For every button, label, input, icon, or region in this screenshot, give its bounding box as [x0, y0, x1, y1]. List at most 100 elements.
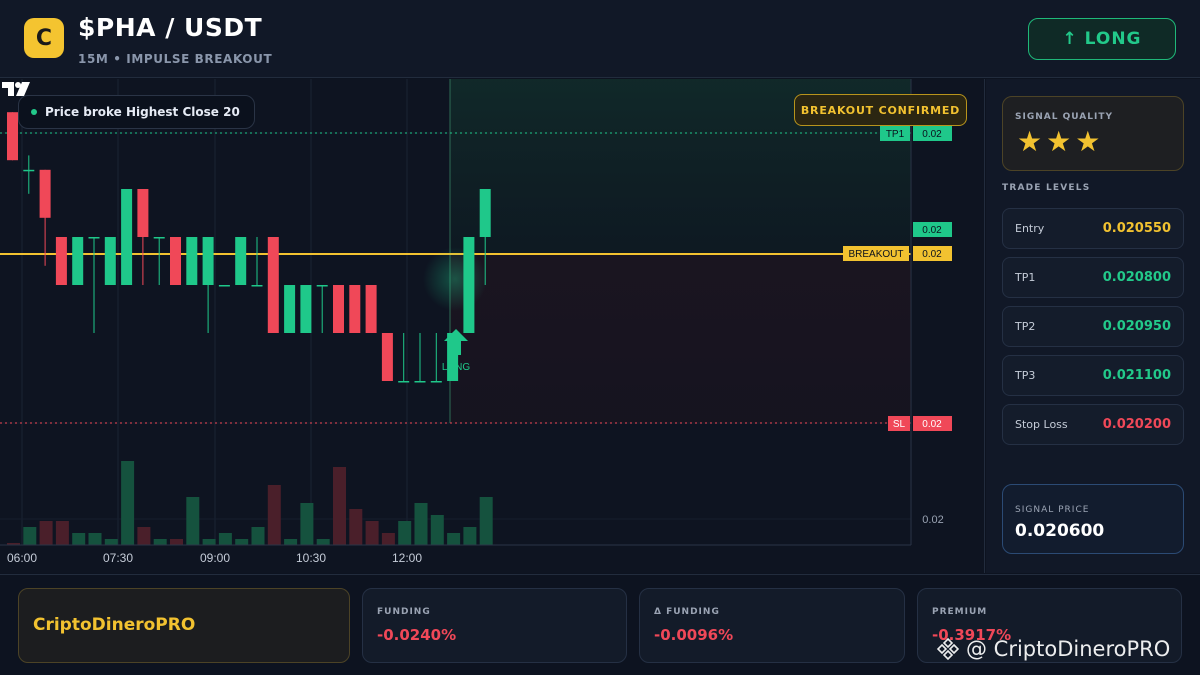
- volume-bar: [55, 521, 69, 545]
- candle[interactable]: [104, 237, 116, 285]
- candle-body: [170, 237, 181, 285]
- candle[interactable]: [7, 112, 18, 161]
- candle[interactable]: [398, 333, 410, 383]
- candle-body: [316, 285, 328, 287]
- sl-tag: SL: [893, 419, 906, 430]
- candle[interactable]: [88, 237, 100, 333]
- candle[interactable]: [186, 237, 198, 285]
- candle[interactable]: [365, 285, 377, 333]
- volume-bar: [300, 503, 314, 545]
- level-tp3[interactable]: TP3 0.021100: [1002, 355, 1184, 396]
- volume-bar: [398, 521, 412, 545]
- candle[interactable]: [202, 237, 214, 333]
- volume-bar: [251, 527, 265, 545]
- candle[interactable]: [121, 189, 133, 285]
- brand-name: CriptoDineroPRO: [33, 615, 196, 635]
- volume-bar: [23, 527, 37, 545]
- volume-bar: [349, 509, 363, 545]
- candle-body: [365, 285, 377, 333]
- volume-bar: [430, 515, 444, 545]
- volume-bar: [316, 539, 330, 545]
- candle[interactable]: [349, 285, 361, 333]
- volume-bar: [463, 527, 477, 545]
- candle[interactable]: [463, 237, 475, 333]
- candle-body: [267, 237, 279, 333]
- level-label: TP2: [1015, 320, 1036, 333]
- tp1-price: 0.02: [922, 129, 942, 140]
- chart-area[interactable]: LONG TP1 0.02 0.02 BREAKOUT 0.02 SL 0.02…: [0, 79, 985, 573]
- candle[interactable]: [300, 285, 312, 333]
- header: C $PHA / USDT 15M • IMPULSE BREAKOUT ↑ L…: [0, 0, 1200, 78]
- candle-body: [381, 333, 393, 381]
- candle[interactable]: [284, 285, 296, 333]
- candle[interactable]: [137, 189, 149, 285]
- signal-price-label: SIGNAL PRICE: [1015, 505, 1090, 515]
- candle[interactable]: [72, 237, 84, 285]
- last-price: 0.02: [922, 225, 942, 236]
- stat-value: -0.0096%: [654, 626, 734, 644]
- candle[interactable]: [430, 333, 442, 383]
- watermark-text: @ CriptoDineroPRO: [966, 637, 1171, 661]
- candle[interactable]: [23, 155, 35, 194]
- candle[interactable]: [218, 285, 230, 287]
- long-signal-button[interactable]: ↑ LONG: [1028, 18, 1176, 60]
- long-marker-label: LONG: [442, 362, 471, 373]
- volume-bar: [479, 497, 493, 545]
- candle[interactable]: [39, 169, 51, 266]
- stat-label: PREMIUM: [932, 607, 988, 617]
- funding-card: FUNDING -0.0240%: [362, 588, 627, 663]
- candle-body: [349, 285, 361, 333]
- delta-funding-card: Δ FUNDING -0.0096%: [639, 588, 905, 663]
- volume-bar: [121, 461, 135, 545]
- brand-card[interactable]: CriptoDineroPRO: [18, 588, 350, 663]
- volume-bar: [202, 539, 216, 545]
- volume-axis-label: 0.02: [922, 514, 943, 526]
- breakout-confirmed-badge: BREAKOUT CONFIRMED: [794, 94, 967, 126]
- candlestick-chart[interactable]: LONG TP1 0.02 0.02 BREAKOUT 0.02 SL 0.02…: [0, 79, 985, 573]
- candle-body: [430, 381, 442, 383]
- candle[interactable]: [414, 333, 426, 383]
- level-stop-loss[interactable]: Stop Loss 0.020200: [1002, 404, 1184, 445]
- binance-logo-icon: [936, 637, 960, 661]
- candle-body: [153, 237, 165, 239]
- sl-price: 0.02: [922, 419, 942, 430]
- candle[interactable]: [267, 237, 279, 333]
- tp1-tag: TP1: [886, 129, 905, 140]
- level-tp1[interactable]: TP1 0.020800: [1002, 257, 1184, 298]
- candle[interactable]: [251, 237, 263, 287]
- level-label: Entry: [1015, 222, 1045, 235]
- candle-body: [218, 285, 230, 287]
- time-tick-label: 09:00: [200, 551, 230, 565]
- breakout-info-text: Price broke Highest Close 20: [45, 105, 240, 119]
- candle[interactable]: [333, 285, 344, 333]
- level-tp2[interactable]: TP2 0.020950: [1002, 306, 1184, 347]
- candle[interactable]: [381, 333, 393, 381]
- volume-bar: [218, 533, 232, 545]
- stat-value: -0.0240%: [377, 626, 457, 644]
- candle-body: [235, 237, 247, 285]
- level-value: 0.020550: [1102, 221, 1171, 236]
- volume-bar: [170, 539, 183, 545]
- candle-body: [121, 189, 133, 285]
- tradingview-logo-icon: [2, 82, 30, 96]
- candle[interactable]: [55, 237, 67, 285]
- candle[interactable]: [316, 285, 328, 333]
- level-value: 0.020800: [1102, 270, 1171, 285]
- stop-loss-zone: [450, 254, 911, 423]
- level-entry[interactable]: Entry 0.020550: [1002, 208, 1184, 249]
- candle-body: [479, 189, 491, 237]
- candle-body: [300, 285, 312, 333]
- candle-body: [39, 169, 51, 218]
- volume-bar: [39, 521, 53, 545]
- candle[interactable]: [235, 237, 247, 285]
- candle-body: [7, 112, 18, 161]
- candle[interactable]: [170, 237, 181, 285]
- candle-body: [333, 285, 344, 333]
- candle-body: [55, 237, 67, 285]
- level-value: 0.020950: [1102, 319, 1171, 334]
- volume-bar: [104, 539, 118, 545]
- volume-bar: [72, 533, 86, 545]
- candle[interactable]: [153, 237, 165, 285]
- breakout-info-pill: Price broke Highest Close 20: [18, 95, 255, 129]
- time-tick-label: 10:30: [296, 551, 326, 565]
